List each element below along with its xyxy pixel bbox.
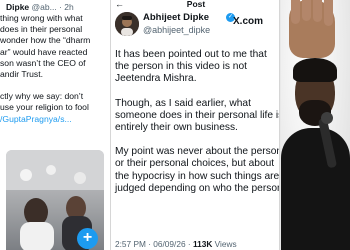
views-label: Views <box>214 239 237 249</box>
tweet-footer: 2:57 PM · 06/09/26 · 113K Views <box>115 239 237 249</box>
left-tweet-spacer <box>0 80 110 91</box>
left-tweet-header: Dipke @ab... · 2h <box>6 2 74 12</box>
left-tweet-panel: Dipke @ab... · 2h thing wrong with what … <box>0 0 110 250</box>
avatar-portrait-icon <box>115 12 139 36</box>
main-tweet-panel: ← Post Abhijeet Dipke ✓ @abhijeet_dipke … <box>110 0 280 250</box>
speaker-hair <box>293 58 337 82</box>
finger <box>302 0 311 21</box>
tweet-line: It has been pointed out to me that <box>115 49 267 60</box>
finger <box>313 0 322 22</box>
finger <box>291 0 300 24</box>
left-tweet-line: ctly why we say: don’t <box>0 91 84 102</box>
tweet-line: entirely their own business. <box>115 122 238 134</box>
source-label: X.com <box>233 16 264 27</box>
tweet-line: Jeetendra Mishra. <box>115 73 197 85</box>
left-tweet-author-name[interactable]: Dipke <box>6 2 29 12</box>
finger <box>324 0 333 26</box>
left-tweet-link[interactable]: /GuptaPragnya/s... <box>0 114 110 125</box>
left-tweet-text: thing wrong with what does in their pers… <box>0 13 110 125</box>
left-tweet-line: andir Trust. <box>0 69 43 80</box>
speaker-photo <box>281 0 350 250</box>
author-name[interactable]: Abhijeet Dipke <box>143 12 209 23</box>
left-tweet-line: does in their personal <box>0 24 83 35</box>
left-tweet-line: ar” would have reacted <box>0 46 88 57</box>
tweet-paragraph-spacer <box>115 134 279 146</box>
left-tweet-line: son wasn’t the CEO of <box>0 57 86 68</box>
tweet-line: the hypocrisy in how such things are <box>115 170 280 182</box>
post-header-bar: ← Post <box>111 0 279 10</box>
tweet-timestamp[interactable]: 2:57 PM · 06/09/26 · <box>115 239 191 249</box>
left-tweet-line: thing wrong with what <box>0 13 83 23</box>
tweet-line: someone does in their personal life is <box>115 109 280 121</box>
left-tweet-line: wonder how the “dharm <box>0 35 91 46</box>
compose-post-button[interactable]: + <box>77 228 98 249</box>
author-avatar[interactable] <box>115 12 139 36</box>
tweet-line: Though, as I said earlier, what <box>115 97 251 109</box>
tweet-line: the person in this video is not <box>115 61 247 73</box>
author-handle[interactable]: @abhijeet_dipke <box>143 25 210 35</box>
tweet-line: My point was never about the person <box>115 146 280 158</box>
tweet-paragraph-spacer <box>115 86 279 98</box>
tweet-body: It has been pointed out to me that the p… <box>115 49 279 195</box>
post-header-title: Post <box>186 0 206 9</box>
microphone-head <box>321 112 333 124</box>
left-tweet-meta: @ab... · 2h <box>31 2 74 12</box>
tweet-line: judged depending on who the person is. <box>115 182 280 194</box>
views-count: 113K <box>192 239 213 249</box>
left-tweet-line: use your religion to fool <box>0 102 89 113</box>
tweet-line: or their personal choices, but about <box>115 158 275 170</box>
speaker-shirt <box>281 128 350 250</box>
